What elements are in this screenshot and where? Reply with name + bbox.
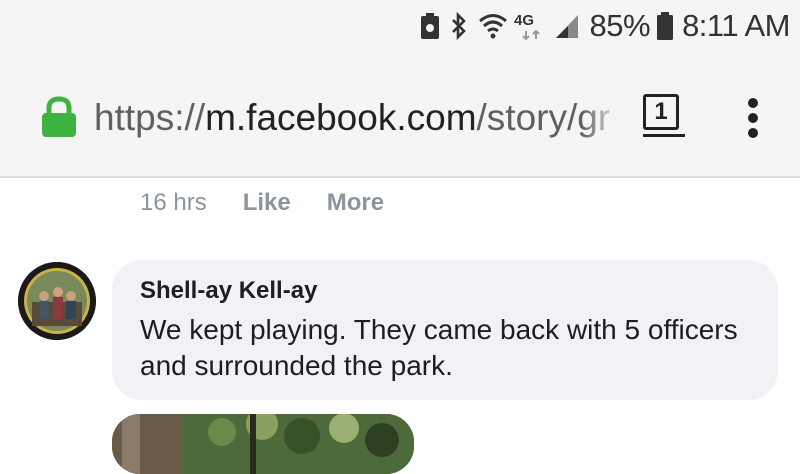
address-bar: https://m.facebook.com/story/gr 1: [0, 52, 800, 178]
menu-dot: [748, 113, 758, 123]
clock: 8:11 AM: [682, 8, 790, 43]
url-host: m.facebook.com: [205, 97, 477, 138]
status-icons: 4G 85% 8:11 AM: [420, 8, 790, 44]
bluetooth-icon: [450, 8, 468, 44]
lock-icon: [40, 96, 78, 138]
post-time: 16 hrs: [140, 189, 207, 216]
android-icon: [420, 8, 440, 44]
lte-icon: 4G: [514, 8, 550, 44]
overflow-menu-button[interactable]: [746, 98, 760, 142]
more-link[interactable]: More: [327, 189, 384, 217]
battery-percent: 85%: [589, 8, 651, 43]
comment-text: We kept playing. They came back with 5 o…: [140, 314, 738, 381]
comment-photo[interactable]: [112, 414, 414, 474]
post-actions-row: 16 hrs Like More: [140, 186, 420, 220]
signal-icon: [554, 8, 580, 44]
url-scheme: https://: [94, 97, 206, 138]
status-bar: 4G 85% 8:11 AM: [0, 0, 800, 52]
tab-underline: [643, 134, 685, 137]
network-label: 4G: [514, 12, 534, 29]
like-link[interactable]: Like: [243, 189, 291, 217]
tab-switcher-button[interactable]: 1: [643, 94, 685, 137]
avatar[interactable]: [18, 262, 96, 340]
menu-dot: [748, 128, 758, 138]
comment-author[interactable]: Shell-ay Kell-ay: [140, 276, 750, 306]
comment-bubble: Shell-ay Kell-ay We kept playing. They c…: [112, 260, 778, 400]
url-fade: [582, 94, 622, 142]
wifi-icon: [478, 8, 508, 44]
url-field[interactable]: https://m.facebook.com/story/gr: [94, 94, 622, 142]
menu-dot: [748, 98, 758, 108]
battery-icon: [656, 8, 674, 44]
tab-count: 1: [643, 94, 679, 130]
